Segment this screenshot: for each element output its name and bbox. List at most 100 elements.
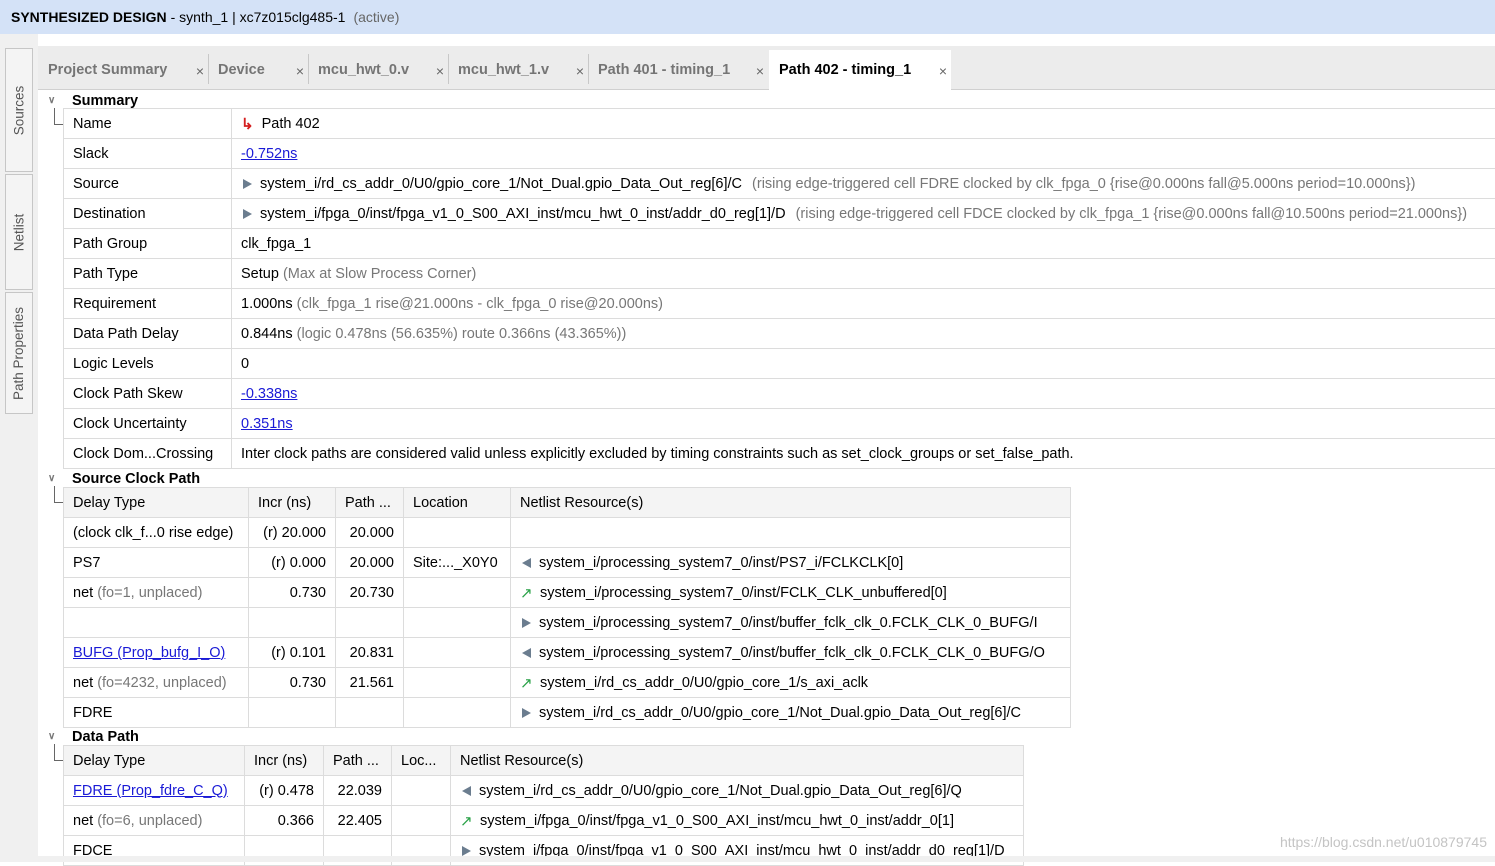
- column-header[interactable]: Delay Type: [64, 746, 245, 776]
- field-label: Destination: [64, 199, 232, 229]
- path-type-note: (Max at Slow Process Corner): [283, 266, 476, 282]
- resource-text[interactable]: system_i/processing_system7_0/inst/buffe…: [539, 645, 1045, 661]
- side-tab-netlist[interactable]: Netlist: [5, 174, 33, 290]
- close-icon[interactable]: ×: [436, 63, 444, 79]
- column-header[interactable]: Netlist Resource(s): [451, 746, 1024, 776]
- chevron-down-icon[interactable]: ∨: [48, 473, 60, 484]
- net-note: (fo=1, unplaced): [97, 585, 202, 601]
- resource-cell: system_i/processing_system7_0/inst/PS7_i…: [511, 548, 1071, 578]
- delay-type-cell: PS7: [64, 548, 249, 578]
- delay-type-link[interactable]: BUFG (Prop_bufg_I_O): [73, 645, 225, 661]
- table-row[interactable]: (clock clk_f...0 rise edge) (r) 20.000 2…: [64, 518, 1071, 548]
- incr-cell: [249, 698, 336, 728]
- summary-row-logic-levels: Logic Levels0: [64, 349, 1495, 379]
- summary-row-path-type: Path TypeSetup (Max at Slow Process Corn…: [64, 259, 1495, 289]
- chevron-down-icon[interactable]: ∨: [48, 95, 60, 106]
- column-header[interactable]: Delay Type: [64, 488, 249, 518]
- close-icon[interactable]: ×: [196, 63, 204, 79]
- field-label: Path Group: [64, 229, 232, 259]
- tab-device[interactable]: Device×: [208, 50, 308, 89]
- pin-input-icon: [243, 209, 252, 219]
- table-row[interactable]: net (fo=6, unplaced) 0.366 22.405 ↗syste…: [64, 806, 1024, 836]
- close-icon[interactable]: ×: [296, 63, 304, 79]
- tree-line: [54, 502, 63, 503]
- tree-line: [54, 760, 63, 761]
- close-icon[interactable]: ×: [756, 63, 764, 79]
- summary-section-header[interactable]: ∨Summary: [48, 92, 138, 109]
- resource-text[interactable]: system_i/processing_system7_0/inst/FCLK_…: [540, 584, 947, 600]
- field-value: Inter clock paths are considered valid u…: [232, 439, 1495, 469]
- section-title: Source Clock Path: [72, 471, 200, 487]
- location-cell: [404, 578, 511, 608]
- resource-text[interactable]: system_i/rd_cs_addr_0/U0/gpio_core_1/Not…: [479, 783, 962, 799]
- table-row[interactable]: net (fo=4232, unplaced) 0.730 21.561 ↗sy…: [64, 668, 1071, 698]
- tab-path-401[interactable]: Path 401 - timing_1×: [588, 50, 768, 89]
- table-row[interactable]: FDRE system_i/rd_cs_addr_0/U0/gpio_core_…: [64, 698, 1071, 728]
- delay-type-cell: net (fo=4232, unplaced): [64, 668, 249, 698]
- field-label: Source: [64, 169, 232, 199]
- column-header[interactable]: Netlist Resource(s): [511, 488, 1071, 518]
- resource-text[interactable]: system_i/rd_cs_addr_0/U0/gpio_core_1/s_a…: [540, 674, 868, 690]
- location-cell: [404, 518, 511, 548]
- net-arrow-icon: ↗: [460, 812, 472, 830]
- field-label: Clock Dom...Crossing: [64, 439, 232, 469]
- destination-pin[interactable]: system_i/fpga_0/inst/fpga_v1_0_S00_AXI_i…: [260, 206, 786, 222]
- path-name: Path 402: [262, 115, 320, 131]
- column-header[interactable]: Path ...: [336, 488, 404, 518]
- column-header[interactable]: Incr (ns): [249, 488, 336, 518]
- column-header[interactable]: Loc...: [392, 746, 451, 776]
- delay-type: net: [73, 675, 93, 691]
- summary-row-clock-uncertainty: Clock Uncertainty0.351ns: [64, 409, 1495, 439]
- field-label: Name: [64, 109, 232, 139]
- path-cell: 20.730: [336, 578, 404, 608]
- source-pin[interactable]: system_i/rd_cs_addr_0/U0/gpio_core_1/Not…: [260, 176, 742, 192]
- net-arrow-icon: ↗: [520, 674, 532, 692]
- resource-text[interactable]: system_i/fpga_0/inst/fpga_v1_0_S00_AXI_i…: [480, 812, 954, 828]
- resource-cell: ↗ system_i/rd_cs_addr_0/U0/gpio_core_1/s_…: [511, 668, 1071, 698]
- watermark: https://blog.csdn.net/u010879745: [1280, 834, 1487, 850]
- column-header[interactable]: Incr (ns): [245, 746, 324, 776]
- table-row[interactable]: BUFG (Prop_bufg_I_O) (r) 0.101 20.831 sy…: [64, 638, 1071, 668]
- clock-uncertainty-link[interactable]: 0.351ns: [241, 416, 293, 432]
- incr-cell: (r) 0.101: [249, 638, 336, 668]
- summary-row-source: Source system_i/rd_cs_addr_0/U0/gpio_core…: [64, 169, 1495, 199]
- delay-type-link[interactable]: FDRE (Prop_fdre_C_Q): [73, 783, 228, 799]
- column-header[interactable]: Path ...: [324, 746, 392, 776]
- table-row[interactable]: FDRE (Prop_fdre_C_Q) (r) 0.478 22.039 sy…: [64, 776, 1024, 806]
- table-row[interactable]: system_i/processing_system7_0/inst/buffe…: [64, 608, 1071, 638]
- summary-row-data-path-delay: Data Path Delay0.844ns (logic 0.478ns (5…: [64, 319, 1495, 349]
- summary-row-clock-skew: Clock Path Skew-0.338ns: [64, 379, 1495, 409]
- tab-mcu-hwt-0[interactable]: mcu_hwt_0.v×: [308, 50, 448, 89]
- side-tab-sources[interactable]: Sources: [5, 48, 33, 172]
- tab-path-402[interactable]: Path 402 - timing_1×: [769, 50, 951, 90]
- summary-row-slack: Slack-0.752ns: [64, 139, 1495, 169]
- field-value: 0.351ns: [232, 409, 1495, 439]
- net-note: (fo=4232, unplaced): [97, 675, 226, 691]
- location-cell: [404, 668, 511, 698]
- side-tab-path-properties[interactable]: Path Properties: [5, 292, 33, 414]
- tab-project-summary[interactable]: Project Summary×: [38, 50, 208, 89]
- column-header[interactable]: Location: [404, 488, 511, 518]
- tree-line: [54, 124, 63, 125]
- pin-input-icon: [522, 708, 531, 718]
- slack-link[interactable]: -0.752ns: [241, 146, 297, 162]
- source-clock-section-header[interactable]: ∨ Source Clock Path: [48, 470, 200, 487]
- clock-skew-link[interactable]: -0.338ns: [241, 386, 297, 402]
- destination-note: (rising edge-triggered cell FDCE clocked…: [796, 206, 1467, 222]
- chevron-down-icon[interactable]: ∨: [48, 731, 60, 742]
- resource-text[interactable]: system_i/processing_system7_0/inst/buffe…: [539, 615, 1038, 631]
- tree-line: [54, 744, 55, 760]
- path-cell: [336, 608, 404, 638]
- close-icon[interactable]: ×: [576, 63, 584, 79]
- table-row[interactable]: PS7 (r) 0.000 20.000 Site:..._X0Y0 syste…: [64, 548, 1071, 578]
- resource-text[interactable]: system_i/processing_system7_0/inst/PS7_i…: [539, 555, 903, 571]
- source-clock-table: Delay Type Incr (ns) Path ... Location N…: [63, 487, 1071, 728]
- resource-text[interactable]: system_i/rd_cs_addr_0/U0/gpio_core_1/Not…: [539, 705, 1021, 721]
- path-cell: 21.561: [336, 668, 404, 698]
- incr-cell: 0.366: [245, 806, 324, 836]
- table-row[interactable]: net (fo=1, unplaced) 0.730 20.730 ↗syste…: [64, 578, 1071, 608]
- tab-mcu-hwt-1[interactable]: mcu_hwt_1.v×: [448, 50, 588, 89]
- data-path-section-header[interactable]: ∨Data Path: [48, 728, 139, 745]
- incr-cell: (r) 20.000: [249, 518, 336, 548]
- close-icon[interactable]: ×: [939, 63, 947, 79]
